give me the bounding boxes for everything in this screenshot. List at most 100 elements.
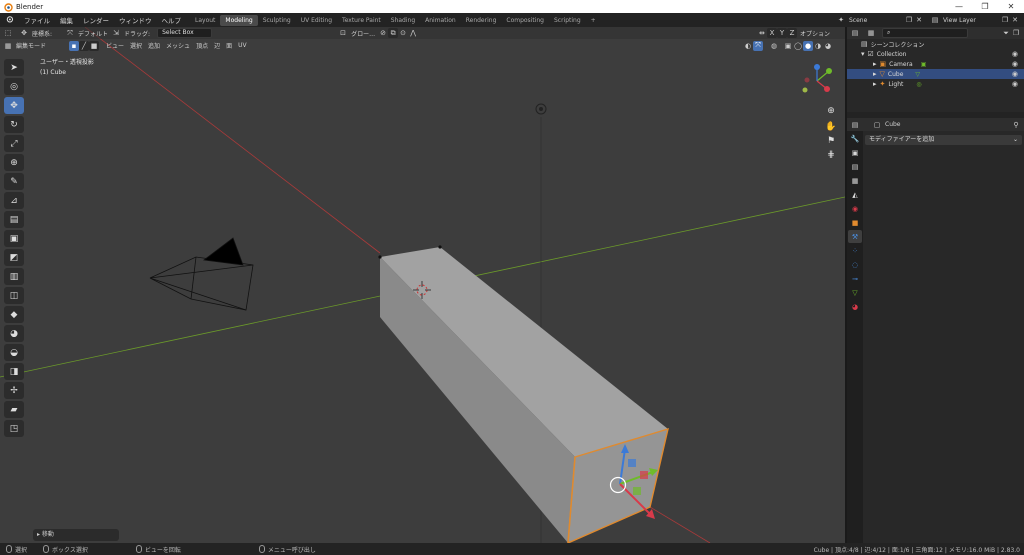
- eye-icon[interactable]: ◉: [1012, 80, 1018, 88]
- scene-icon[interactable]: ✦: [836, 15, 846, 25]
- tab-shading[interactable]: Shading: [386, 15, 420, 26]
- material-tab-icon[interactable]: ◕: [848, 300, 862, 313]
- 3d-viewport[interactable]: ⬚ ✥ 座標系: ⤧ デフォルト ⇲ ドラッグ: Select Box ⊡ グロ…: [0, 27, 845, 543]
- select-tool-icon[interactable]: ➤: [4, 59, 24, 76]
- bevel-tool-icon[interactable]: ◩: [4, 249, 24, 266]
- drag-icon[interactable]: ⇲: [111, 28, 121, 38]
- eye-icon[interactable]: ◉: [1012, 70, 1018, 78]
- editor-type-icon[interactable]: ⬚: [3, 28, 13, 38]
- inset-tool-icon[interactable]: ▣: [4, 230, 24, 247]
- add-modifier-dropdown[interactable]: モディファイアーを追加 ⌄: [865, 135, 1022, 145]
- particles-tab-icon[interactable]: ⁘: [848, 244, 862, 257]
- proportional-edit-icon[interactable]: ⊙: [398, 28, 408, 38]
- edge-select-icon[interactable]: ╱: [79, 40, 89, 51]
- menu-window[interactable]: ウィンドウ: [114, 15, 157, 25]
- menu-file[interactable]: ファイル: [19, 15, 55, 25]
- edge-slide-tool-icon[interactable]: ◨: [4, 363, 24, 380]
- menu-select[interactable]: 選択: [127, 41, 145, 50]
- outliner-item-cube[interactable]: ▸ ▽ Cube ▽ ◉: [847, 69, 1024, 79]
- overlay-icon[interactable]: ◍: [769, 41, 779, 51]
- tab-layout[interactable]: Layout: [190, 15, 220, 26]
- physics-tab-icon[interactable]: ◌: [848, 258, 862, 271]
- properties-editor-type-icon[interactable]: ▤: [850, 120, 860, 130]
- visibility-icon[interactable]: ◐: [743, 41, 753, 51]
- constraints-tab-icon[interactable]: ⊸: [848, 272, 862, 285]
- scale-tool-icon[interactable]: ⤢: [4, 135, 24, 152]
- move-tool-icon[interactable]: ✥: [4, 97, 24, 114]
- eye-icon[interactable]: ◉: [1012, 60, 1018, 68]
- output-tab-icon[interactable]: ▤: [848, 160, 862, 173]
- delete-view-layer-icon[interactable]: ✕: [1010, 15, 1020, 25]
- blender-menu-icon[interactable]: [0, 15, 19, 25]
- menu-add[interactable]: 追加: [145, 41, 163, 50]
- eye-icon[interactable]: ◉: [1012, 50, 1018, 58]
- tab-scripting[interactable]: Scripting: [549, 15, 586, 26]
- knife-tool-icon[interactable]: ◫: [4, 287, 24, 304]
- pin-icon[interactable]: ⚲: [1011, 120, 1021, 130]
- menu-view[interactable]: ビュー: [103, 41, 127, 50]
- menu-edit[interactable]: 編集: [55, 15, 78, 25]
- smooth-tool-icon[interactable]: ◒: [4, 344, 24, 361]
- new-scene-icon[interactable]: ❐: [904, 15, 914, 25]
- axis-z-toggle[interactable]: Z: [786, 28, 797, 38]
- view-layer-icon[interactable]: ▤: [930, 15, 940, 25]
- tab-sculpting[interactable]: Sculpting: [258, 15, 296, 26]
- pan-hand-icon[interactable]: ✋: [824, 121, 838, 133]
- tool-tab-icon[interactable]: 🔧: [848, 132, 862, 145]
- menu-face[interactable]: 面: [223, 41, 235, 50]
- falloff-icon[interactable]: ⋀: [408, 28, 418, 38]
- close-button[interactable]: ✕: [998, 0, 1024, 13]
- new-view-layer-icon[interactable]: ❐: [1000, 15, 1010, 25]
- outliner-item-light[interactable]: ▸ ✦ Light ◎ ◉: [847, 79, 1024, 89]
- outliner-scene-collection[interactable]: ▤ シーンコレクション: [847, 39, 1024, 49]
- minimize-button[interactable]: —: [946, 0, 972, 13]
- menu-mesh[interactable]: メッシュ: [163, 41, 193, 50]
- outliner-editor-type-icon[interactable]: ▤: [850, 28, 860, 38]
- display-mode-icon[interactable]: ▦: [866, 28, 876, 38]
- mode-select[interactable]: 編集モード: [13, 41, 69, 50]
- zoom-icon[interactable]: ⊕: [824, 105, 838, 117]
- navigation-gizmo[interactable]: ⊕ ✋ ⚑ ⋕: [797, 61, 845, 163]
- view-layer-name[interactable]: View Layer: [940, 17, 1000, 24]
- outliner-collection[interactable]: ▾ ☑ Collection ◉: [847, 49, 1024, 59]
- measure-tool-icon[interactable]: ⊿: [4, 192, 24, 209]
- tab-rendering[interactable]: Rendering: [461, 15, 502, 26]
- view-layer-tab-icon[interactable]: ▦: [848, 174, 862, 187]
- delete-scene-icon[interactable]: ✕: [914, 15, 924, 25]
- material-shading-icon[interactable]: ◑: [813, 41, 823, 51]
- outliner-search-input[interactable]: ⌕: [882, 28, 968, 38]
- shear-tool-icon[interactable]: ▰: [4, 401, 24, 418]
- filter-icon[interactable]: ⏷: [1001, 28, 1011, 38]
- loop-cut-tool-icon[interactable]: ▥: [4, 268, 24, 285]
- snap-icon[interactable]: ⊘: [378, 28, 388, 38]
- face-select-icon[interactable]: ■: [89, 40, 99, 51]
- tab-modeling[interactable]: Modeling: [220, 14, 258, 26]
- tab-uv-editing[interactable]: UV Editing: [296, 15, 337, 26]
- drag-label[interactable]: ドラッグ:: [121, 29, 153, 38]
- menu-vertex[interactable]: 頂点: [193, 41, 211, 50]
- rotate-tool-icon[interactable]: ↻: [4, 116, 24, 133]
- rendered-shading-icon[interactable]: ◕: [823, 41, 833, 51]
- tab-texture-paint[interactable]: Texture Paint: [337, 15, 386, 26]
- scene-name[interactable]: Scene: [846, 17, 904, 24]
- menu-uv[interactable]: UV: [235, 42, 250, 49]
- vertex-select-icon[interactable]: ▪: [69, 40, 79, 51]
- tab-compositing[interactable]: Compositing: [501, 15, 549, 26]
- spin-tool-icon[interactable]: ◕: [4, 325, 24, 342]
- camera-view-icon[interactable]: ⚑: [824, 135, 838, 147]
- last-operator-panel[interactable]: ▸ 移動: [33, 529, 119, 541]
- scene-tab-icon[interactable]: ◭: [848, 188, 862, 201]
- axis-x-toggle[interactable]: X: [766, 28, 777, 38]
- menu-help[interactable]: ヘルプ: [157, 15, 187, 25]
- tab-animation[interactable]: Animation: [420, 15, 461, 26]
- pivot-icon[interactable]: ⊡: [338, 28, 348, 38]
- maximize-button[interactable]: ❐: [972, 0, 998, 13]
- xray-icon[interactable]: ▣: [783, 41, 793, 51]
- shrink-tool-icon[interactable]: ✢: [4, 382, 24, 399]
- data-tab-icon[interactable]: ▽: [848, 286, 862, 299]
- transform-tool-icon[interactable]: ✥: [19, 28, 29, 38]
- annotate-tool-icon[interactable]: ✎: [4, 173, 24, 190]
- grid-view-icon[interactable]: ⋕: [824, 149, 838, 161]
- mode-icon[interactable]: ▦: [3, 41, 13, 51]
- select-box-dropdown[interactable]: Select Box: [157, 28, 213, 38]
